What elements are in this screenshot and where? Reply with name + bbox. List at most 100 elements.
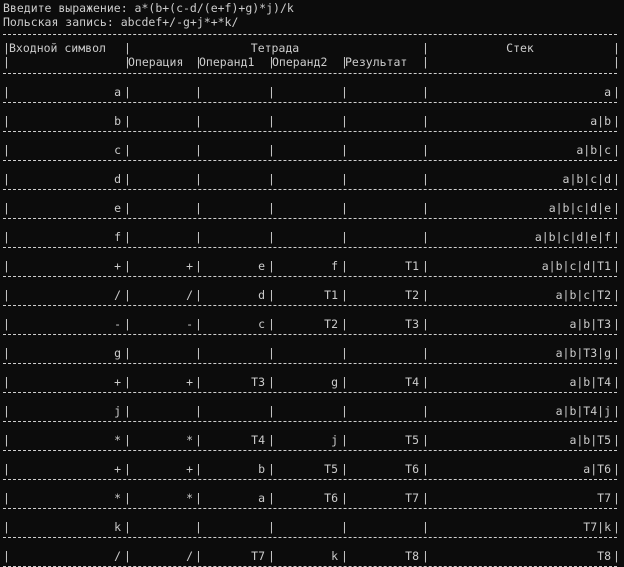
operation-cell: * (186, 433, 193, 447)
table-border: | (124, 346, 131, 360)
input-symbol-cell: - (114, 317, 121, 331)
table-border: | (613, 346, 620, 360)
table-border: | (195, 346, 202, 360)
table-border: | (341, 143, 348, 157)
table-border: | (124, 114, 131, 128)
stack-cell: a (604, 85, 611, 99)
input-symbol-cell: + (114, 375, 121, 389)
table-border: | (268, 201, 275, 215)
operand1-cell: c (258, 317, 265, 331)
input-symbol-cell: + (114, 259, 121, 273)
stack-cell: a|b|T4 (569, 375, 611, 389)
stack-cell: a|b|T5 (569, 433, 611, 447)
row-divider (3, 537, 617, 538)
input-symbol-cell: d (114, 172, 121, 186)
input-symbol-cell: * (114, 491, 121, 505)
input-symbol-cell: + (114, 462, 121, 476)
table-border: | (268, 346, 275, 360)
input-symbol-cell: g (114, 346, 121, 360)
table-border: | (195, 404, 202, 418)
input-symbol-cell: a (114, 85, 121, 99)
table-border: | (613, 549, 620, 563)
operand1-cell: T7 (251, 549, 265, 563)
operation-cell: + (186, 462, 193, 476)
operand2-cell: f (331, 259, 338, 273)
stack-cell: T7|k (583, 520, 611, 534)
table-border: | (195, 114, 202, 128)
table-border: | (613, 491, 620, 505)
table-border: | (268, 143, 275, 157)
operand2-cell: k (331, 549, 338, 563)
row-divider (3, 189, 617, 190)
result-cell: T5 (405, 433, 419, 447)
row-divider (3, 363, 617, 364)
table-border: | (341, 346, 348, 360)
table-border: | (613, 404, 620, 418)
table-border: | (3, 55, 10, 69)
operand2-cell: T5 (324, 462, 338, 476)
result-cell: T3 (405, 317, 419, 331)
operation-cell: + (186, 375, 193, 389)
table-border: | (613, 433, 620, 447)
header-bottom-border (3, 73, 617, 74)
result-cell: T2 (405, 288, 419, 302)
header-operation: Операция (128, 55, 184, 69)
row-divider (3, 334, 617, 335)
table-border: | (613, 172, 620, 186)
row-divider (3, 450, 617, 451)
table-top-border (3, 34, 617, 35)
input-symbol-cell: j (114, 404, 121, 418)
header-result: Результат (345, 55, 408, 69)
table-border: | (124, 520, 131, 534)
header-operand2: Операнд2 (272, 55, 328, 69)
result-cell: T6 (405, 462, 419, 476)
row-divider (3, 218, 617, 219)
table-border: | (341, 114, 348, 128)
stack-cell: a|b|T3 (569, 317, 611, 331)
table-border: | (268, 404, 275, 418)
table-border: | (613, 41, 620, 55)
table-border: | (124, 172, 131, 186)
stack-cell: a|b|T4|j (555, 404, 611, 418)
row-divider (3, 421, 617, 422)
operand2-cell: j (331, 433, 338, 447)
stack-cell: a|b|c|T2 (555, 288, 611, 302)
stack-cell: a|b|c|d|e (548, 201, 611, 215)
input-symbol-cell: k (114, 520, 121, 534)
operand2-cell: T1 (324, 288, 338, 302)
stack-cell: T8 (597, 549, 611, 563)
table-border: | (124, 404, 131, 418)
row-divider (3, 305, 617, 306)
stack-cell: a|b|c|d|e|f (534, 230, 611, 244)
table-border: | (195, 230, 202, 244)
table-border: | (613, 462, 620, 476)
table-border: | (124, 230, 131, 244)
operation-cell: + (186, 259, 193, 273)
table-border: | (613, 230, 620, 244)
table-border: | (613, 143, 620, 157)
input-symbol-cell: b (114, 114, 121, 128)
operand2-cell: T2 (324, 317, 338, 331)
operation-cell: / (186, 288, 193, 302)
table-border: | (341, 230, 348, 244)
operation-cell: - (186, 317, 193, 331)
operand2-cell: T6 (324, 491, 338, 505)
result-cell: T7 (405, 491, 419, 505)
row-divider (3, 102, 617, 103)
table-border: | (341, 85, 348, 99)
table-border: | (613, 201, 620, 215)
table-border: | (195, 201, 202, 215)
result-cell: T8 (405, 549, 419, 563)
stack-cell: a|b|c (576, 143, 611, 157)
stack-cell: a|b (590, 114, 611, 128)
stack-cell: a|b|c|d (562, 172, 611, 186)
row-divider (3, 247, 617, 248)
table-border: | (268, 230, 275, 244)
table-border: | (613, 375, 620, 389)
table-border: | (268, 172, 275, 186)
table-border: | (613, 259, 620, 273)
header-tetrad: Тетрада (250, 41, 300, 55)
table-border: | (341, 172, 348, 186)
operand1-cell: b (258, 462, 265, 476)
row-divider (3, 276, 617, 277)
